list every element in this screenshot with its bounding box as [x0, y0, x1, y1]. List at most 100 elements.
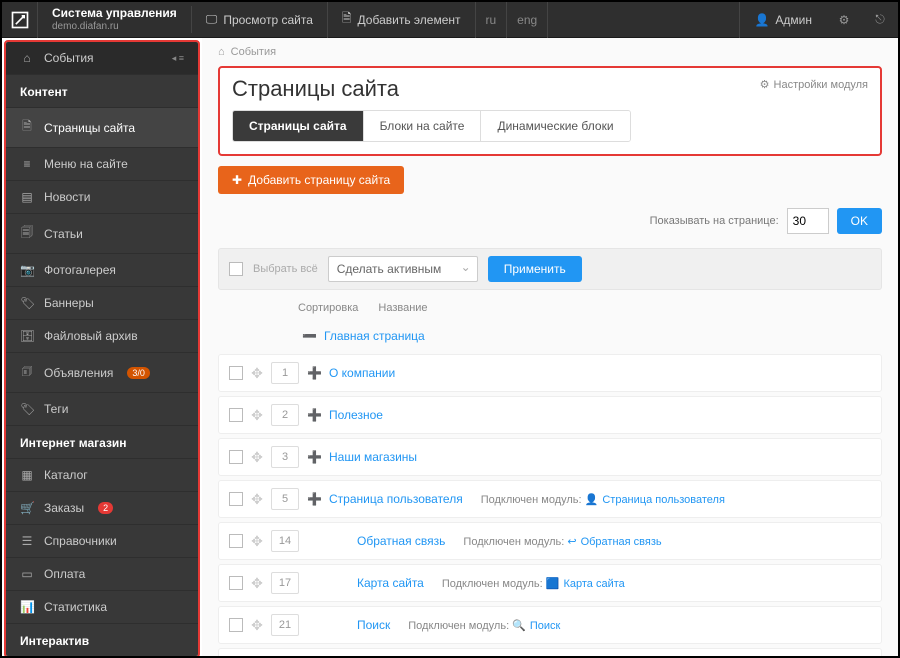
- tags-icon: 🏷: [20, 402, 34, 416]
- user-icon: 👤: [754, 13, 769, 27]
- brand-title: Система управления: [52, 6, 177, 20]
- sort-number[interactable]: 21: [271, 614, 299, 636]
- sidebar-photo[interactable]: 📷Фотогалерея: [6, 254, 198, 287]
- row-checkbox[interactable]: [229, 366, 243, 380]
- page-link[interactable]: Главная страница: [324, 329, 425, 343]
- apply-button[interactable]: Применить: [488, 256, 582, 282]
- gear-icon[interactable]: ⚙: [826, 2, 862, 38]
- page-link[interactable]: Обратная связь: [357, 534, 445, 548]
- file-icon: 🗎: [342, 9, 352, 30]
- module-link[interactable]: Поиск: [530, 620, 560, 632]
- view-site-button[interactable]: 🖵Просмотр сайта: [192, 2, 328, 38]
- sidebar-articles[interactable]: 🗐Статьи: [6, 214, 198, 254]
- bulk-bar-top: Выбрать всё Сделать активным Применить: [218, 248, 882, 290]
- logout-icon[interactable]: ⎋: [862, 2, 898, 38]
- sort-number[interactable]: 3: [271, 446, 299, 468]
- module-link[interactable]: Обратная связь: [581, 536, 662, 548]
- sort-number[interactable]: 14: [271, 530, 299, 552]
- orders-badge: 2: [98, 502, 113, 514]
- archive-icon: 🗄: [20, 329, 34, 343]
- sidebar-head-inter: Интерактив: [6, 624, 198, 657]
- lang-ru[interactable]: ru: [476, 2, 508, 38]
- breadcrumb: ⌂События: [202, 38, 898, 66]
- chart-icon: 📊: [20, 600, 34, 614]
- page-link[interactable]: О компании: [329, 366, 395, 380]
- drag-handle-icon[interactable]: ✥: [251, 449, 263, 466]
- sidebar-catalog[interactable]: ▦Каталог: [6, 459, 198, 492]
- module-link[interactable]: Карта сайта: [563, 578, 624, 590]
- ok-button[interactable]: OK: [837, 208, 882, 234]
- brand: Система управления demo.diafan.ru: [38, 6, 192, 32]
- sort-number[interactable]: 1: [271, 362, 299, 384]
- per-page-input[interactable]: [787, 208, 829, 234]
- sidebar: ⌂События◂ ≡ Контент 🗎Страницы сайта ≡Мен…: [4, 40, 200, 658]
- drag-handle-icon[interactable]: ✥: [251, 407, 263, 424]
- expand-icon[interactable]: ➕: [307, 492, 321, 506]
- select-all-label: Выбрать всё: [253, 263, 318, 275]
- page-link[interactable]: Наши магазины: [329, 450, 417, 464]
- card-icon: ▭: [20, 567, 34, 581]
- sidebar-pages[interactable]: 🗎Страницы сайта: [6, 108, 198, 148]
- sort-number[interactable]: 17: [271, 572, 299, 594]
- sidebar-menu[interactable]: ≡Меню на сайте: [6, 148, 198, 181]
- bulk-action-select[interactable]: Сделать активным: [328, 256, 478, 282]
- plus-icon: ✚: [232, 173, 242, 187]
- tab-dynblocks[interactable]: Динамические блоки: [481, 111, 629, 141]
- table-row: ✥17Карта сайтаПодключен модуль: 🟦Карта с…: [218, 564, 882, 602]
- table-head: Сортировка Название: [218, 296, 882, 320]
- page-link[interactable]: Поиск: [357, 618, 390, 632]
- expand-icon[interactable]: ➕: [307, 408, 321, 422]
- sidebar-banners[interactable]: 🏷Баннеры: [6, 287, 198, 320]
- tab-blocks[interactable]: Блоки на сайте: [364, 111, 482, 141]
- monitor-icon: 🖵: [206, 12, 218, 27]
- sidebar-ads[interactable]: 🗊Объявления3/0: [6, 353, 198, 393]
- page-link[interactable]: Полезное: [329, 408, 383, 422]
- sidebar-stats[interactable]: 📊Статистика: [6, 591, 198, 624]
- row-checkbox[interactable]: [229, 576, 243, 590]
- select-all-checkbox[interactable]: [229, 262, 243, 276]
- drag-handle-icon[interactable]: ✥: [251, 365, 263, 382]
- sidebar-news[interactable]: ▤Новости: [6, 181, 198, 214]
- table-row: ✥22➕Интернет-магазинПодключен модуль: ▦И…: [218, 648, 882, 658]
- sidebar-orders[interactable]: 🛒Заказы2: [6, 492, 198, 525]
- row-checkbox[interactable]: [229, 618, 243, 632]
- sidebar-tags[interactable]: 🏷Теги: [6, 393, 198, 426]
- logo[interactable]: [2, 2, 38, 38]
- sidebar-refs[interactable]: ☰Справочники: [6, 525, 198, 558]
- lang-en[interactable]: eng: [507, 2, 548, 38]
- module-link[interactable]: Страница пользователя: [602, 494, 725, 506]
- ref-icon: ☰: [20, 534, 34, 548]
- page-link[interactable]: Страница пользователя: [329, 492, 463, 506]
- tab-pages[interactable]: Страницы сайта: [233, 111, 364, 141]
- brand-sub: demo.diafan.ru: [52, 21, 177, 33]
- drag-handle-icon[interactable]: ✥: [251, 617, 263, 634]
- home-icon: ⌂: [20, 51, 34, 65]
- drag-handle-icon[interactable]: ✥: [251, 575, 263, 592]
- admin-menu[interactable]: 👤Админ: [739, 2, 826, 38]
- sidebar-files[interactable]: 🗄Файловый архив: [6, 320, 198, 353]
- sidebar-head-content: Контент: [6, 75, 198, 108]
- pager: Показывать на странице: OK: [218, 208, 882, 234]
- sidebar-payment[interactable]: ▭Оплата: [6, 558, 198, 591]
- book-icon: ▦: [20, 468, 34, 482]
- row-checkbox[interactable]: [229, 492, 243, 506]
- module-settings-link[interactable]: ⚙Настройки модуля: [760, 78, 868, 91]
- sort-number[interactable]: 5: [271, 488, 299, 510]
- sort-number[interactable]: 2: [271, 404, 299, 426]
- row-checkbox[interactable]: [229, 450, 243, 464]
- expand-icon[interactable]: ➕: [307, 366, 321, 380]
- expand-icon[interactable]: ➕: [307, 450, 321, 464]
- add-page-button[interactable]: ✚Добавить страницу сайта: [218, 166, 404, 194]
- drag-handle-icon[interactable]: ✥: [251, 491, 263, 508]
- sidebar-events[interactable]: ⌂События◂ ≡: [6, 42, 198, 75]
- add-element-button[interactable]: 🗎Добавить элемент: [328, 2, 476, 38]
- collapse-icon[interactable]: ➖: [302, 329, 316, 343]
- page-link[interactable]: Карта сайта: [357, 576, 424, 590]
- row-checkbox[interactable]: [229, 408, 243, 422]
- pager-label: Показывать на странице:: [650, 215, 779, 227]
- module-meta: Подключен модуль: 👤Страница пользователя: [481, 493, 725, 506]
- row-checkbox[interactable]: [229, 534, 243, 548]
- gear-icon: ⚙: [760, 78, 770, 91]
- drag-handle-icon[interactable]: ✥: [251, 533, 263, 550]
- news-icon: ▤: [20, 190, 34, 204]
